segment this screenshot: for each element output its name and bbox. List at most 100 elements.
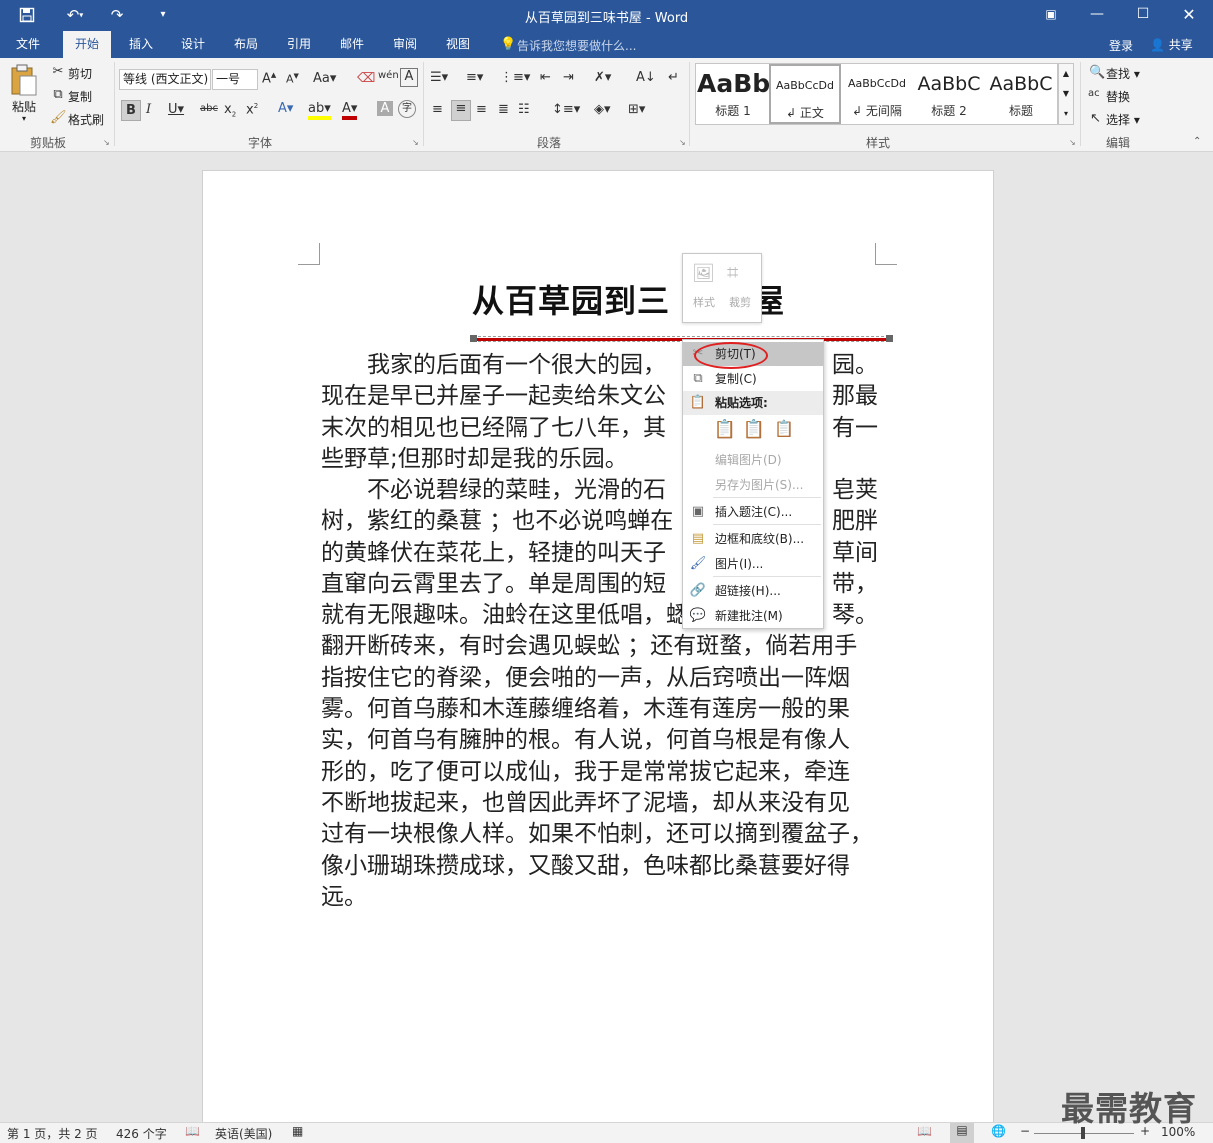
paste-icon[interactable] <box>8 64 44 96</box>
font-size-combo[interactable]: 一号 <box>212 69 258 90</box>
paste-keep-source-icon[interactable]: 📋 <box>712 419 738 445</box>
borders-icon[interactable]: ⊞▾ <box>628 102 645 117</box>
menu-item-borders-shading[interactable]: ▤ 边框和底纹(B)... <box>683 527 823 551</box>
read-mode-icon[interactable]: 📖 <box>917 1124 932 1138</box>
shrink-font-icon[interactable]: A▼ <box>286 72 299 86</box>
tab-home[interactable]: 开始 <box>63 31 112 58</box>
resize-handle[interactable] <box>470 335 477 342</box>
bold-icon[interactable]: B <box>121 100 141 121</box>
multilevel-list-icon[interactable]: ⋮≡▾ <box>500 70 530 85</box>
superscript-icon[interactable]: x2 <box>246 102 258 117</box>
menu-item-insert-caption[interactable]: ▣ 插入题注(C)... <box>683 500 823 524</box>
maximize-button[interactable]: ☐ <box>1120 0 1166 31</box>
align-right-icon[interactable]: ≡ <box>476 102 487 117</box>
copy-button[interactable]: 复制 <box>68 88 92 105</box>
style-heading1[interactable]: AaBb 标题 1 <box>697 64 769 124</box>
collapse-ribbon-icon[interactable]: ⌃ <box>1193 136 1201 147</box>
tell-me-box[interactable]: 告诉我您想要做什么... <box>517 37 636 54</box>
line-spacing-icon[interactable]: ↕≡▾ <box>552 102 580 117</box>
style-normal[interactable]: AaBbCcDd ↲ 正文 <box>769 64 841 124</box>
tab-layout[interactable]: 布局 <box>222 31 270 58</box>
styles-dialog-launcher-icon[interactable]: ↘ <box>1069 138 1076 147</box>
underline-icon[interactable]: U▾ <box>168 102 184 117</box>
find-button[interactable]: 查找 ▾ <box>1106 65 1140 82</box>
phonetic-guide-icon[interactable]: wén <box>378 70 399 81</box>
paste-button[interactable]: 粘贴 <box>12 98 36 115</box>
red-line-picture[interactable] <box>476 338 886 341</box>
cut-button[interactable]: 剪切 <box>68 65 92 82</box>
paste-merge-icon[interactable]: 📋 <box>741 419 767 445</box>
zoom-out-icon[interactable]: − <box>1020 1124 1030 1138</box>
character-border-icon[interactable]: A <box>400 68 418 87</box>
tab-file[interactable]: 文件 <box>4 31 52 58</box>
decrease-indent-icon[interactable]: ⇤ <box>540 70 551 85</box>
style-title[interactable]: AaBbC 标题 <box>985 64 1057 124</box>
show-marks-icon[interactable]: ↵ <box>668 70 679 85</box>
font-dialog-launcher-icon[interactable]: ↘ <box>412 138 419 147</box>
bullets-icon[interactable]: ☰▾ <box>430 70 448 85</box>
paste-dropdown-icon[interactable]: ▾ <box>22 114 26 123</box>
menu-item-hyperlink[interactable]: 🔗 超链接(H)... <box>683 579 823 603</box>
paste-text-only-icon[interactable]: 📋 <box>771 419 797 445</box>
style-heading2[interactable]: AaBbC 标题 2 <box>913 64 985 124</box>
align-left-icon[interactable]: ≡ <box>432 102 443 117</box>
close-button[interactable]: ✕ <box>1166 0 1212 31</box>
format-painter-button[interactable]: 格式刷 <box>68 111 104 128</box>
crop-icon[interactable]: ⌗ <box>727 260 738 284</box>
menu-item-save-as-picture[interactable]: 另存为图片(S)... <box>683 473 823 497</box>
menu-item-copy[interactable]: ⧉ 复制(C) <box>683 367 823 391</box>
minimize-button[interactable]: — <box>1074 0 1120 31</box>
justify-icon[interactable]: ≣ <box>498 102 509 117</box>
picture-style-icon[interactable]: 🖼 <box>692 263 715 284</box>
strikethrough-icon[interactable]: abc <box>200 103 218 114</box>
sign-in-link[interactable]: 登录 <box>1109 37 1133 54</box>
subscript-icon[interactable]: x2 <box>224 102 236 119</box>
menu-paste-options-header: 📋 粘贴选项: <box>683 391 823 415</box>
select-button[interactable]: 选择 ▾ <box>1106 111 1140 128</box>
tab-view[interactable]: 视图 <box>434 31 482 58</box>
numbering-icon[interactable]: ≡▾ <box>466 70 483 85</box>
text-effects-icon[interactable]: A▾ <box>278 101 293 116</box>
macro-record-icon[interactable]: ▦ <box>292 1124 303 1138</box>
paragraph-dialog-launcher-icon[interactable]: ↘ <box>679 138 686 147</box>
tab-mailings[interactable]: 邮件 <box>328 31 376 58</box>
enclose-characters-icon[interactable]: 字 <box>398 100 416 118</box>
sort-icon[interactable]: A↓ <box>636 70 656 85</box>
tab-insert[interactable]: 插入 <box>117 31 165 58</box>
menu-item-picture[interactable]: 🖌 图片(I)... <box>683 552 823 576</box>
mini-crop-button[interactable]: 裁剪 <box>729 294 751 310</box>
chinese-layout-icon[interactable]: ✗▾ <box>594 70 611 85</box>
change-case-icon[interactable]: Aa▾ <box>313 71 336 86</box>
proofing-icon[interactable]: 📖 <box>185 1124 200 1138</box>
font-color-icon[interactable]: A▾ <box>342 101 358 120</box>
highlight-color-icon[interactable]: ab▾ <box>308 101 331 120</box>
tab-review[interactable]: 审阅 <box>381 31 429 58</box>
increase-indent-icon[interactable]: ⇥ <box>563 70 574 85</box>
print-layout-icon[interactable]: ▤ <box>950 1123 974 1143</box>
ribbon-display-options-icon[interactable]: ▣ <box>1028 0 1074 31</box>
clear-formatting-icon[interactable]: ⌫ <box>357 71 375 86</box>
grow-font-icon[interactable]: A▲ <box>262 71 276 86</box>
style-no-spacing[interactable]: AaBbCcDd ↲ 无间隔 <box>841 64 913 124</box>
font-name-combo[interactable]: 等线 (西文正文) <box>119 69 211 90</box>
shading-icon[interactable]: ◈▾ <box>594 102 611 117</box>
align-center-icon[interactable]: ≡ <box>451 100 471 121</box>
paragraph-group-label: 段落 <box>537 136 562 150</box>
tab-design[interactable]: 设计 <box>169 31 217 58</box>
share-button[interactable]: 👤 共享 <box>1146 34 1204 56</box>
word-count[interactable]: 426 个字 <box>116 1125 167 1142</box>
replace-button[interactable]: 替换 <box>1106 88 1130 105</box>
resize-handle[interactable] <box>886 335 893 342</box>
menu-item-edit-picture[interactable]: 编辑图片(D) <box>683 448 823 472</box>
styles-scroll[interactable]: ▲ ▼ ▾ <box>1058 63 1074 125</box>
mini-style-button[interactable]: 样式 <box>693 294 715 310</box>
tab-references[interactable]: 引用 <box>275 31 323 58</box>
page-count[interactable]: 第 1 页，共 2 页 <box>7 1125 98 1142</box>
distributed-icon[interactable]: ☷ <box>518 102 530 117</box>
web-layout-icon[interactable]: 🌐 <box>991 1124 1006 1138</box>
language-indicator[interactable]: 英语(美国) <box>215 1125 272 1142</box>
dialog-launcher-icon[interactable]: ↘ <box>103 138 110 147</box>
italic-icon[interactable]: I <box>146 102 151 117</box>
menu-item-new-comment[interactable]: 💬 新建批注(M) <box>683 604 823 628</box>
character-shading-icon[interactable]: A <box>377 101 393 116</box>
